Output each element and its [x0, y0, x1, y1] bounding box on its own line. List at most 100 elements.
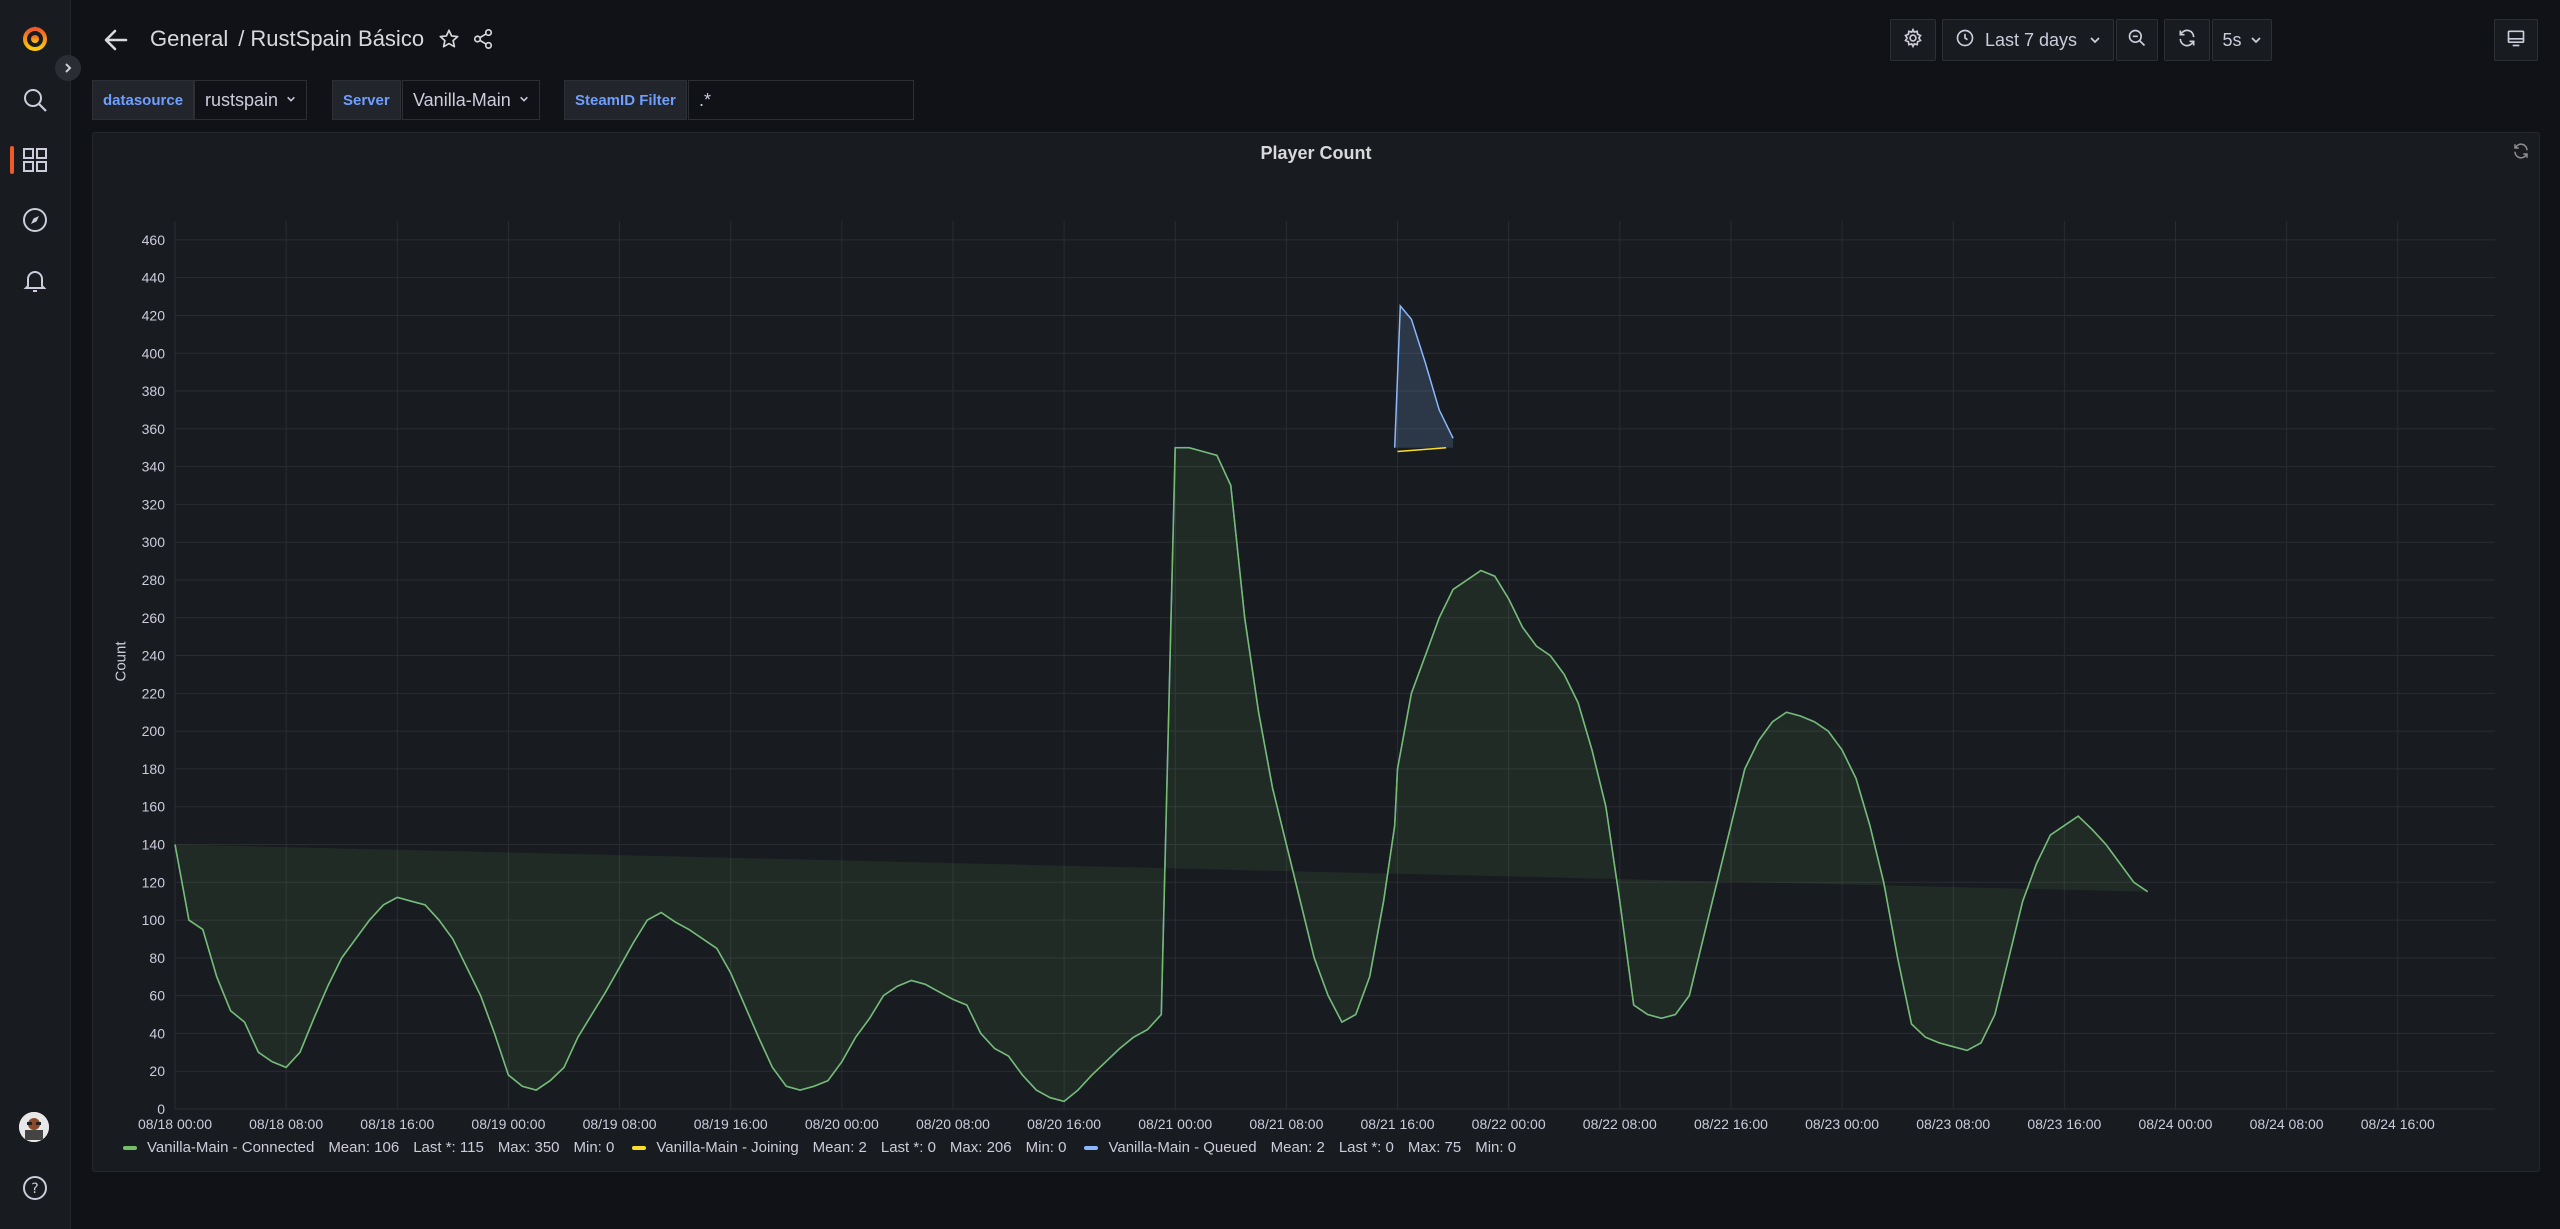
x-tick-label: 08/23 00:00 — [1805, 1116, 1879, 1132]
var-value-datasource: rustspain — [205, 89, 279, 110]
y-tick-label: 200 — [142, 723, 166, 739]
explore-icon[interactable] — [19, 204, 51, 236]
legend-name: Vanilla-Main - Joining — [656, 1139, 799, 1156]
legend-min: Min: 0 — [573, 1139, 615, 1156]
y-tick-label: 0 — [157, 1101, 165, 1117]
chevron-down-icon — [2250, 30, 2262, 51]
legend-name: Vanilla-Main - Connected — [147, 1139, 315, 1156]
breadcrumb: General / RustSpain Básico — [150, 24, 498, 54]
y-tick-label: 220 — [142, 685, 166, 701]
x-tick-label: 08/24 16:00 — [2361, 1116, 2435, 1132]
x-tick-label: 08/21 00:00 — [1138, 1116, 1212, 1132]
y-tick-label: 360 — [142, 421, 166, 437]
x-tick-label: 08/20 08:00 — [916, 1116, 990, 1132]
queued-area — [1394, 306, 1454, 448]
var-label-steamid-filter: SteamID Filter — [564, 80, 687, 120]
top-navbar: General / RustSpain Básico Last 7 days 5… — [70, 0, 2560, 80]
x-tick-label: 08/22 00:00 — [1472, 1116, 1546, 1132]
steamid-filter-input[interactable]: .* — [688, 80, 914, 120]
x-tick-label: 08/18 08:00 — [249, 1116, 323, 1132]
x-tick-label: 08/24 00:00 — [2138, 1116, 2212, 1132]
dashboard-settings-button[interactable] — [1890, 19, 1936, 61]
x-tick-label: 08/23 16:00 — [2027, 1116, 2101, 1132]
dashboards-icon[interactable] — [19, 144, 51, 176]
legend-item[interactable]: Vanilla-Main - Connected Mean: 106 Last *:… — [123, 1139, 614, 1156]
legend-item[interactable]: Vanilla-Main - Queued Mean: 2 Last *: 0 Max… — [1084, 1139, 1516, 1156]
dashboard-title[interactable]: RustSpain Básico — [250, 26, 424, 52]
legend-last: Last *: 0 — [880, 1139, 936, 1156]
gear-icon — [1903, 27, 1923, 53]
back-arrow-icon[interactable] — [98, 22, 134, 58]
legend-item[interactable]: Vanilla-Main - Joining Mean: 2 Last *: 0 Ma… — [632, 1139, 1066, 1156]
alerting-icon[interactable] — [19, 264, 51, 296]
legend-mean: Mean: 2 — [1270, 1139, 1325, 1156]
legend-max: Max: 206 — [949, 1139, 1012, 1156]
y-tick-label: 80 — [149, 950, 165, 966]
help-icon[interactable]: ? — [19, 1172, 51, 1204]
x-tick-label: 08/23 08:00 — [1916, 1116, 1990, 1132]
x-tick-label: 08/21 08:00 — [1249, 1116, 1323, 1132]
share-icon[interactable] — [468, 24, 498, 54]
y-tick-label: 440 — [142, 270, 166, 286]
x-tick-label: 08/22 16:00 — [1694, 1116, 1768, 1132]
y-tick-label: 280 — [142, 572, 166, 588]
zoom-out-button[interactable] — [2116, 19, 2158, 61]
y-tick-label: 20 — [149, 1063, 165, 1079]
avatar[interactable] — [19, 1112, 49, 1142]
y-tick-label: 60 — [149, 988, 165, 1004]
x-tick-label: 08/19 16:00 — [694, 1116, 768, 1132]
legend-min: Min: 0 — [1025, 1139, 1067, 1156]
y-tick-label: 40 — [149, 1025, 165, 1041]
grafana-logo-icon[interactable] — [19, 22, 51, 54]
refresh-interval-label: 5s — [2222, 29, 2242, 50]
y-tick-label: 420 — [142, 307, 166, 323]
legend-swatch — [632, 1145, 647, 1150]
joining-series-line — [1397, 446, 1447, 453]
time-range-picker[interactable]: Last 7 days — [1942, 19, 2114, 61]
refresh-button[interactable] — [2164, 19, 2210, 61]
chart-legend: Vanilla-Main - Connected Mean: 106 Last *:… — [123, 1139, 1534, 1156]
zoom-out-icon — [2127, 28, 2147, 53]
y-tick-label: 180 — [142, 761, 166, 777]
var-select-server[interactable]: Vanilla-Main — [402, 80, 540, 120]
time-range-label: Last 7 days — [1985, 29, 2078, 50]
y-tick-label: 320 — [142, 496, 166, 512]
x-tick-label: 08/20 16:00 — [1027, 1116, 1101, 1132]
y-tick-label: 240 — [142, 648, 166, 664]
x-tick-label: 08/21 16:00 — [1361, 1116, 1435, 1132]
var-value-server: Vanilla-Main — [413, 89, 511, 110]
star-icon[interactable] — [434, 24, 464, 54]
legend-mean: Mean: 106 — [328, 1139, 400, 1156]
y-tick-label: 300 — [142, 534, 166, 550]
legend-swatch — [123, 1145, 137, 1150]
y-tick-label: 400 — [142, 345, 166, 361]
refresh-interval-picker[interactable]: 5s — [2212, 19, 2272, 61]
var-select-datasource[interactable]: rustspain — [194, 80, 308, 120]
y-tick-label: 140 — [142, 836, 166, 852]
x-tick-label: 08/19 00:00 — [471, 1116, 545, 1132]
var-label-server: Server — [332, 80, 401, 120]
active-indicator — [10, 146, 14, 174]
x-tick-label: 08/19 08:00 — [583, 1116, 657, 1132]
legend-name: Vanilla-Main - Queued — [1108, 1139, 1257, 1156]
x-tick-label: 08/24 08:00 — [2250, 1116, 2324, 1132]
breadcrumb-folder[interactable]: General — [150, 26, 228, 52]
chevron-down-icon — [286, 93, 296, 107]
graph-panel: Player Count 0 20 40 60 80 100 120 140 160 180 200… — [92, 132, 2540, 1172]
y-tick-label: 100 — [142, 912, 166, 928]
player-count-chart[interactable]: 0 20 40 60 80 100 120 140 160 180 200 220 240 260 280 3… — [93, 133, 2539, 1133]
y-tick-label: 460 — [142, 232, 166, 248]
y-tick-label: 120 — [142, 874, 166, 890]
y-tick-label: 260 — [142, 610, 166, 626]
refresh-icon — [2177, 28, 2197, 53]
expand-sidebar-button[interactable] — [55, 55, 81, 81]
chevron-down-icon — [2089, 30, 2101, 51]
tv-mode-icon — [2506, 28, 2526, 53]
legend-swatch — [1084, 1145, 1099, 1150]
x-tick-label: 08/18 00:00 — [138, 1116, 212, 1132]
legend-last: Last *: 115 — [413, 1139, 484, 1156]
search-icon[interactable] — [19, 84, 51, 116]
tv-mode-button[interactable] — [2494, 19, 2538, 61]
chevron-down-icon — [519, 93, 529, 107]
legend-last: Last *: 0 — [1338, 1139, 1394, 1156]
